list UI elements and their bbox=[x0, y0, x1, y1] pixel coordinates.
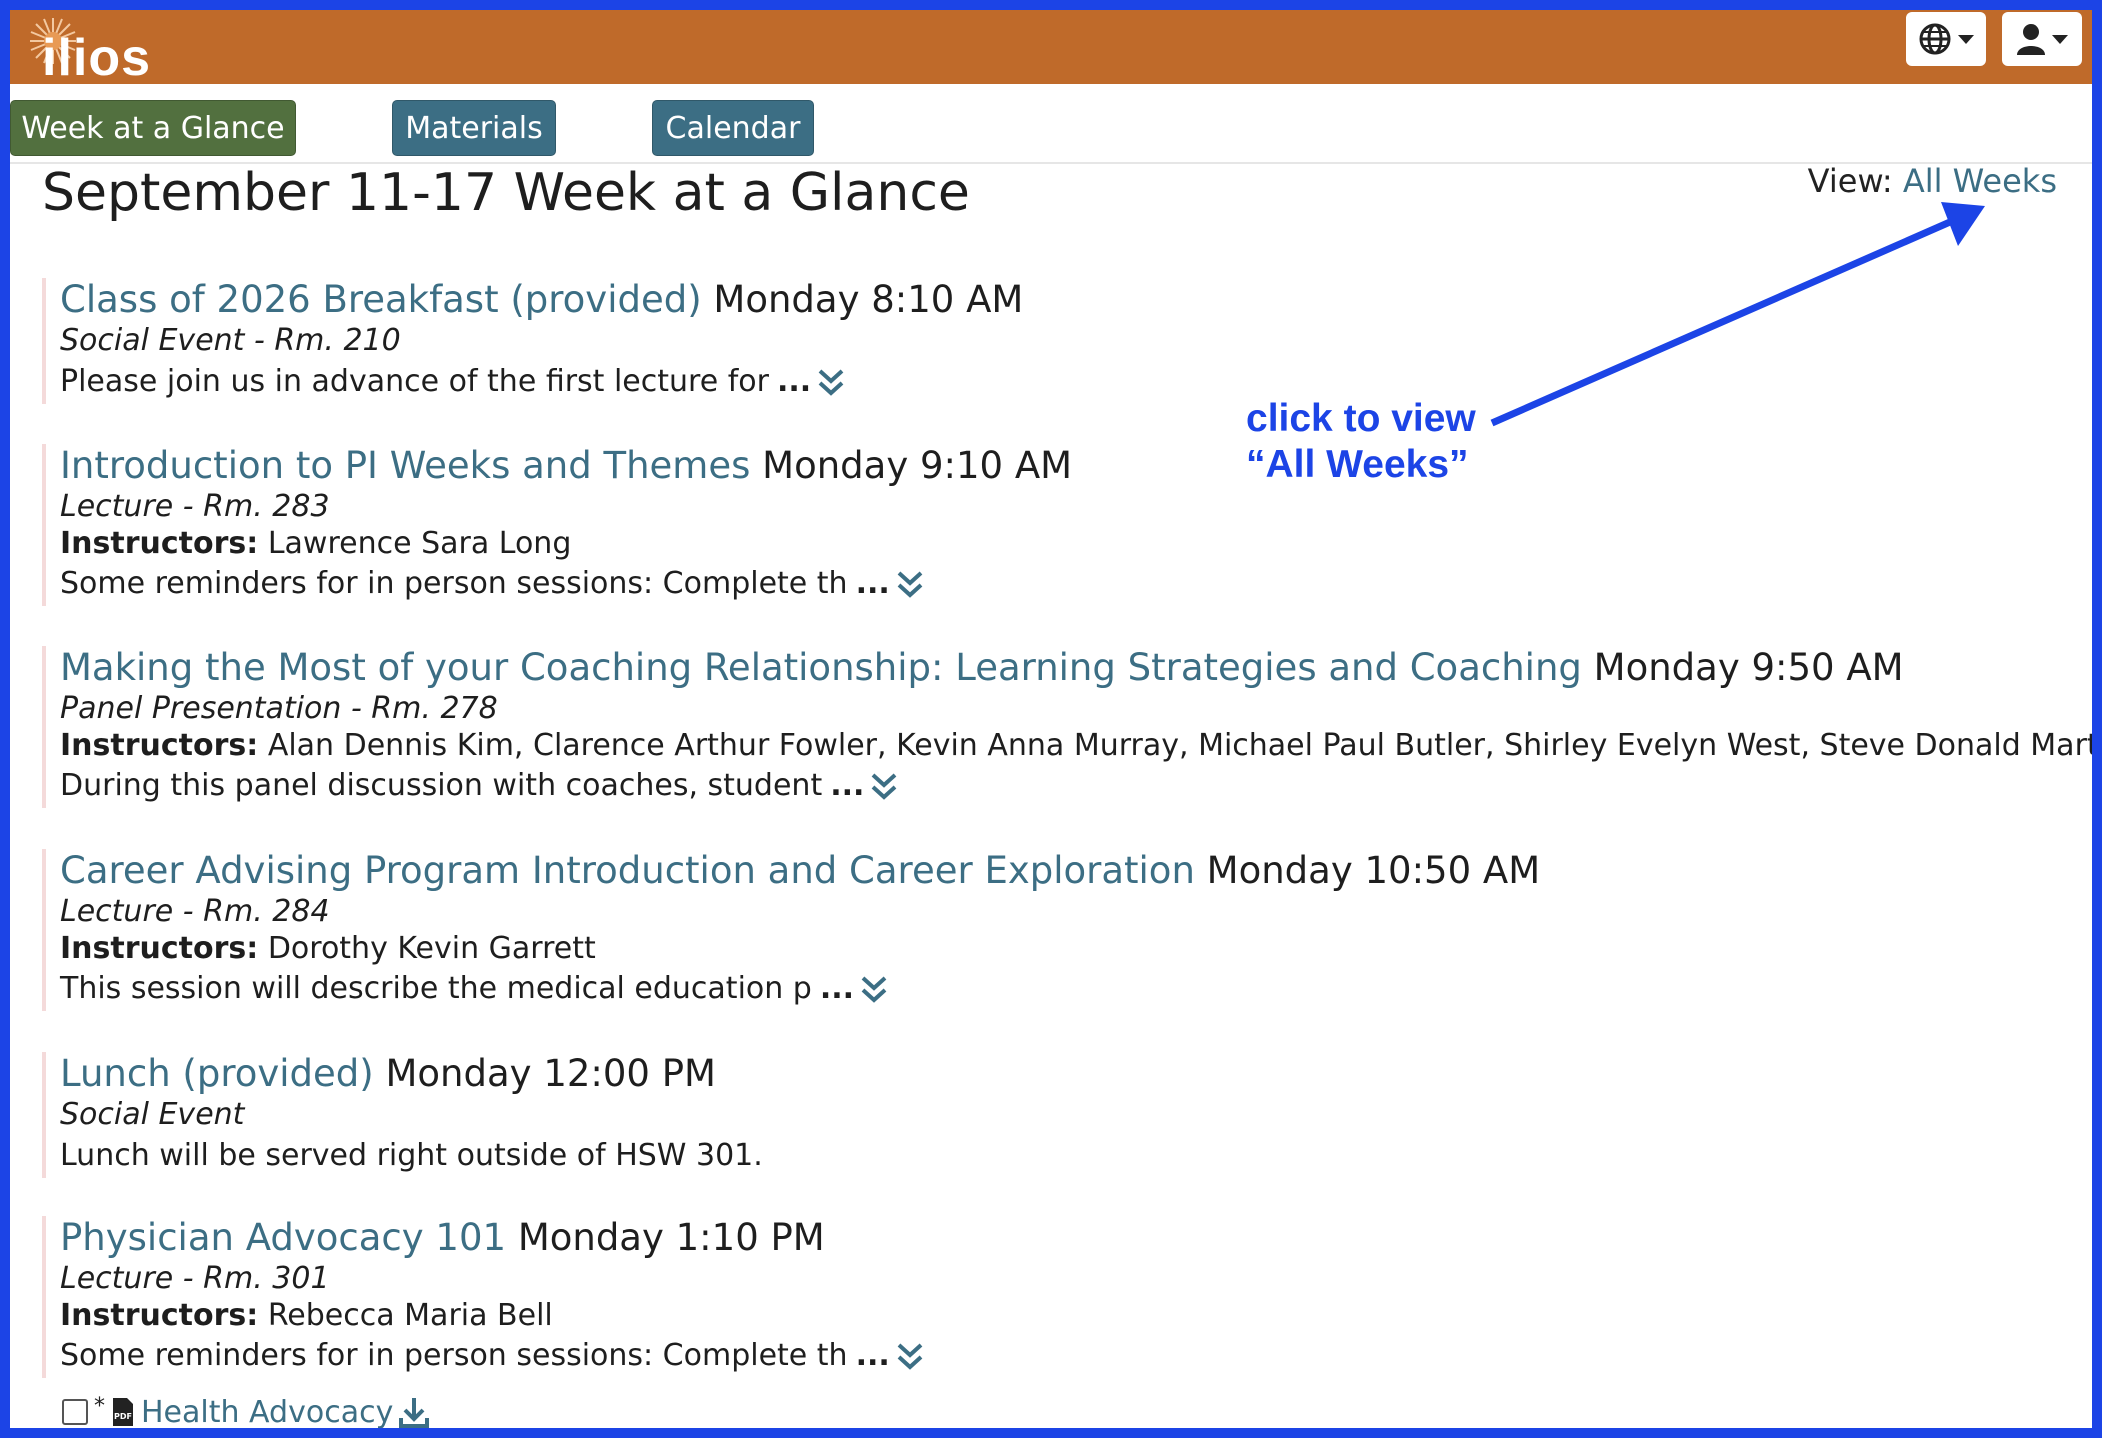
annotation-line-2: “All Weeks” bbox=[1246, 443, 1469, 486]
annotation-text: click to view “All Weeks” bbox=[1246, 396, 1476, 488]
annotation-line-1: click to view bbox=[1246, 397, 1476, 440]
arrow-line bbox=[1490, 218, 1952, 427]
annotation-arrow bbox=[1490, 202, 1985, 427]
